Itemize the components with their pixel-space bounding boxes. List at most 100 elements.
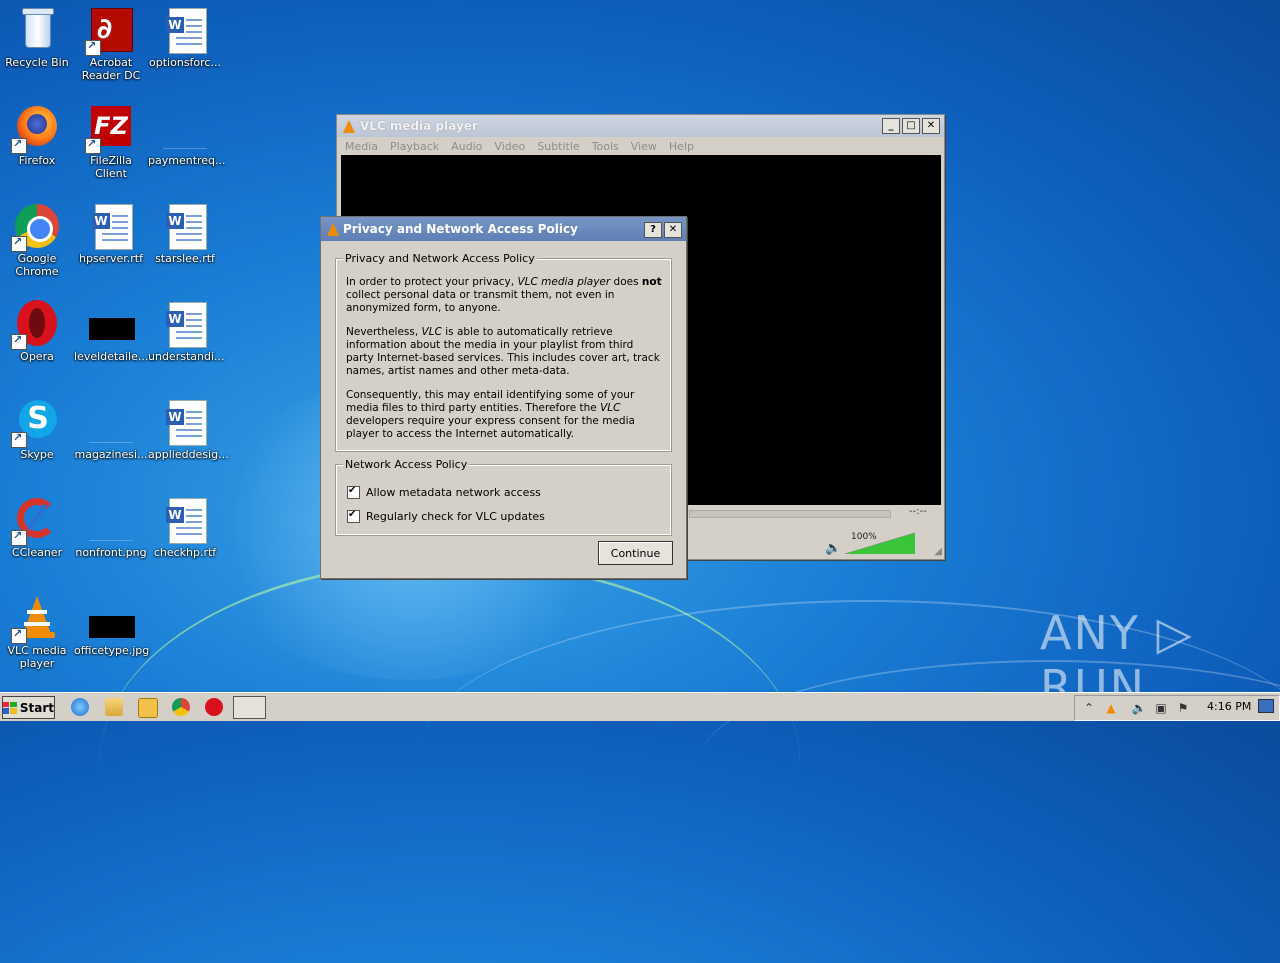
desktop-icon-filezilla[interactable]: FZ FileZilla Client: [74, 104, 148, 180]
vlc-cone-icon: [343, 119, 355, 133]
action-center-flag-icon[interactable]: ⚑: [1175, 700, 1191, 716]
filezilla-icon: FZ: [85, 104, 135, 154]
menu-video[interactable]: Video: [494, 140, 525, 153]
close-button[interactable]: ✕: [664, 222, 682, 238]
recycle-bin-icon: [13, 6, 61, 54]
desktop-icon-label: VLC media player: [7, 644, 67, 670]
show-hidden-icons-icon[interactable]: ⌃: [1081, 700, 1097, 716]
word-document-icon: W: [161, 6, 209, 54]
image-thumbnail-icon: [87, 594, 135, 642]
volume-icon[interactable]: 🔈: [1131, 700, 1147, 716]
chrome-icon: [11, 202, 61, 252]
desktop-icon-label: magazinesi...: [74, 448, 148, 461]
clock[interactable]: 4:16 PM: [1207, 700, 1251, 713]
desktop-icon-understandi[interactable]: W understandi...: [148, 300, 225, 363]
menu-view[interactable]: View: [631, 140, 657, 153]
word-document-icon: W: [161, 496, 209, 544]
policy-group-title: Privacy and Network Access Policy: [343, 252, 537, 265]
allow-metadata-checkbox[interactable]: Allow metadata network access: [347, 485, 541, 499]
desktop-icon-ccleaner[interactable]: CCleaner: [0, 496, 74, 559]
desktop-icon-label: paymentreq...: [148, 154, 226, 167]
opera-icon[interactable]: [205, 698, 223, 716]
desktop-icon-leveldetaile[interactable]: leveldetaile...: [74, 300, 148, 363]
ccleaner-icon: [11, 496, 61, 546]
desktop-icon-chrome[interactable]: Google Chrome: [0, 202, 74, 278]
menu-subtitle[interactable]: Subtitle: [537, 140, 579, 153]
desktop-icon-opera[interactable]: Opera: [0, 300, 74, 363]
word-document-icon: W: [161, 202, 209, 250]
menu-tools[interactable]: Tools: [592, 140, 619, 153]
seek-bar[interactable]: [689, 510, 891, 518]
show-desktop-icon[interactable]: [1258, 699, 1274, 713]
minimize-button[interactable]: _: [882, 118, 900, 134]
word-document-icon: W: [87, 202, 135, 250]
desktop-icon-applieddesig[interactable]: W applieddesig...: [148, 398, 229, 461]
desktop-icon-recycle-bin[interactable]: Recycle Bin: [0, 6, 74, 69]
start-button[interactable]: Start: [2, 696, 55, 719]
desktop-icon-acrobat[interactable]: ∂ Acrobat Reader DC: [74, 6, 148, 82]
desktop-icon-paymentreq[interactable]: paymentreq...: [148, 104, 226, 167]
menu-playback[interactable]: Playback: [390, 140, 439, 153]
menu-help[interactable]: Help: [669, 140, 694, 153]
policy-paragraph-2: Nevertheless, VLC is able to automatical…: [346, 326, 660, 377]
desktop-icon-checkhp[interactable]: W checkhp.rtf: [148, 496, 222, 559]
desktop-icon-starslee[interactable]: W starslee.rtf: [148, 202, 222, 265]
menu-media[interactable]: Media: [345, 140, 378, 153]
media-player-icon[interactable]: [138, 698, 158, 718]
menu-audio[interactable]: Audio: [451, 140, 482, 153]
skype-icon: S: [11, 398, 61, 448]
desktop-icon-label: Opera: [20, 350, 54, 363]
checkbox-checked[interactable]: [347, 485, 360, 499]
desktop-icon-firefox[interactable]: Firefox: [0, 104, 74, 167]
vlc-menu-bar: Media Playback Audio Video Subtitle Tool…: [337, 137, 944, 155]
speaker-icon[interactable]: 🔈: [825, 541, 841, 556]
desktop-icon-magazinesi[interactable]: magazinesi...: [74, 398, 148, 461]
dialog-title-bar[interactable]: Privacy and Network Access Policy ? ✕: [321, 217, 686, 241]
network-group: Network Access Policy Allow metadata net…: [335, 458, 672, 536]
desktop-icon-label: officetype.jpg: [74, 644, 150, 657]
desktop-icon-label: applieddesig...: [148, 448, 229, 461]
desktop-icon-label: Recycle Bin: [5, 56, 69, 69]
vlc-title-bar[interactable]: VLC media player _ □ ✕: [337, 115, 944, 137]
desktop-icon-optionsforc[interactable]: W optionsforc...: [148, 6, 222, 69]
help-button[interactable]: ?: [644, 222, 662, 238]
firefox-icon: [11, 104, 61, 154]
desktop-icon-vlc[interactable]: VLC media player: [0, 594, 74, 670]
dialog-title: Privacy and Network Access Policy: [343, 222, 578, 236]
desktop-icon-label: leveldetaile...: [74, 350, 149, 363]
taskbar-active-window[interactable]: [233, 696, 266, 719]
maximize-button[interactable]: □: [902, 118, 920, 134]
checkbox-checked[interactable]: [347, 509, 360, 523]
desktop-icon-skype[interactable]: S Skype: [0, 398, 74, 461]
continue-button[interactable]: Continue: [598, 541, 673, 565]
image-thumbnail-icon: [87, 496, 135, 544]
desktop-icon-label: Acrobat Reader DC: [81, 56, 141, 82]
desktop-icon-officetype[interactable]: officetype.jpg: [74, 594, 150, 657]
image-thumbnail-icon: [87, 300, 135, 348]
policy-paragraph-3: Consequently, this may entail identifyin…: [346, 389, 635, 440]
file-explorer-icon[interactable]: [105, 698, 123, 716]
word-document-icon: W: [161, 300, 209, 348]
desktop-icon-nonfront[interactable]: nonfront.png: [74, 496, 148, 559]
desktop-icon-label: Firefox: [18, 154, 56, 167]
resize-grip-icon[interactable]: ◢: [934, 546, 942, 557]
desktop-icon-label: nonfront.png: [75, 546, 147, 559]
vlc-tray-icon[interactable]: ▲: [1103, 700, 1119, 716]
internet-explorer-icon[interactable]: [71, 698, 89, 716]
close-button[interactable]: ✕: [922, 118, 940, 134]
time-display: --:--: [909, 506, 927, 517]
privacy-dialog[interactable]: Privacy and Network Access Policy ? ✕ Pr…: [320, 216, 687, 579]
desktop-icon-label: FileZilla Client: [90, 154, 132, 180]
checkbox-label: Regularly check for VLC updates: [366, 510, 545, 523]
policy-paragraph-1: In order to protect your privacy, VLC me…: [346, 276, 662, 314]
desktop-icon-label: Skype: [20, 448, 54, 461]
chrome-icon[interactable]: [172, 698, 190, 716]
desktop-icon-label: checkhp.rtf: [153, 546, 217, 559]
opera-icon: [11, 300, 61, 350]
check-updates-checkbox[interactable]: Regularly check for VLC updates: [347, 509, 545, 523]
checkbox-label: Allow metadata network access: [366, 486, 541, 499]
vlc-window-title: VLC media player: [360, 119, 478, 133]
acrobat-icon: ∂: [85, 6, 135, 56]
network-icon[interactable]: ▣: [1153, 700, 1169, 716]
desktop-icon-hpserver[interactable]: W hpserver.rtf: [74, 202, 148, 265]
